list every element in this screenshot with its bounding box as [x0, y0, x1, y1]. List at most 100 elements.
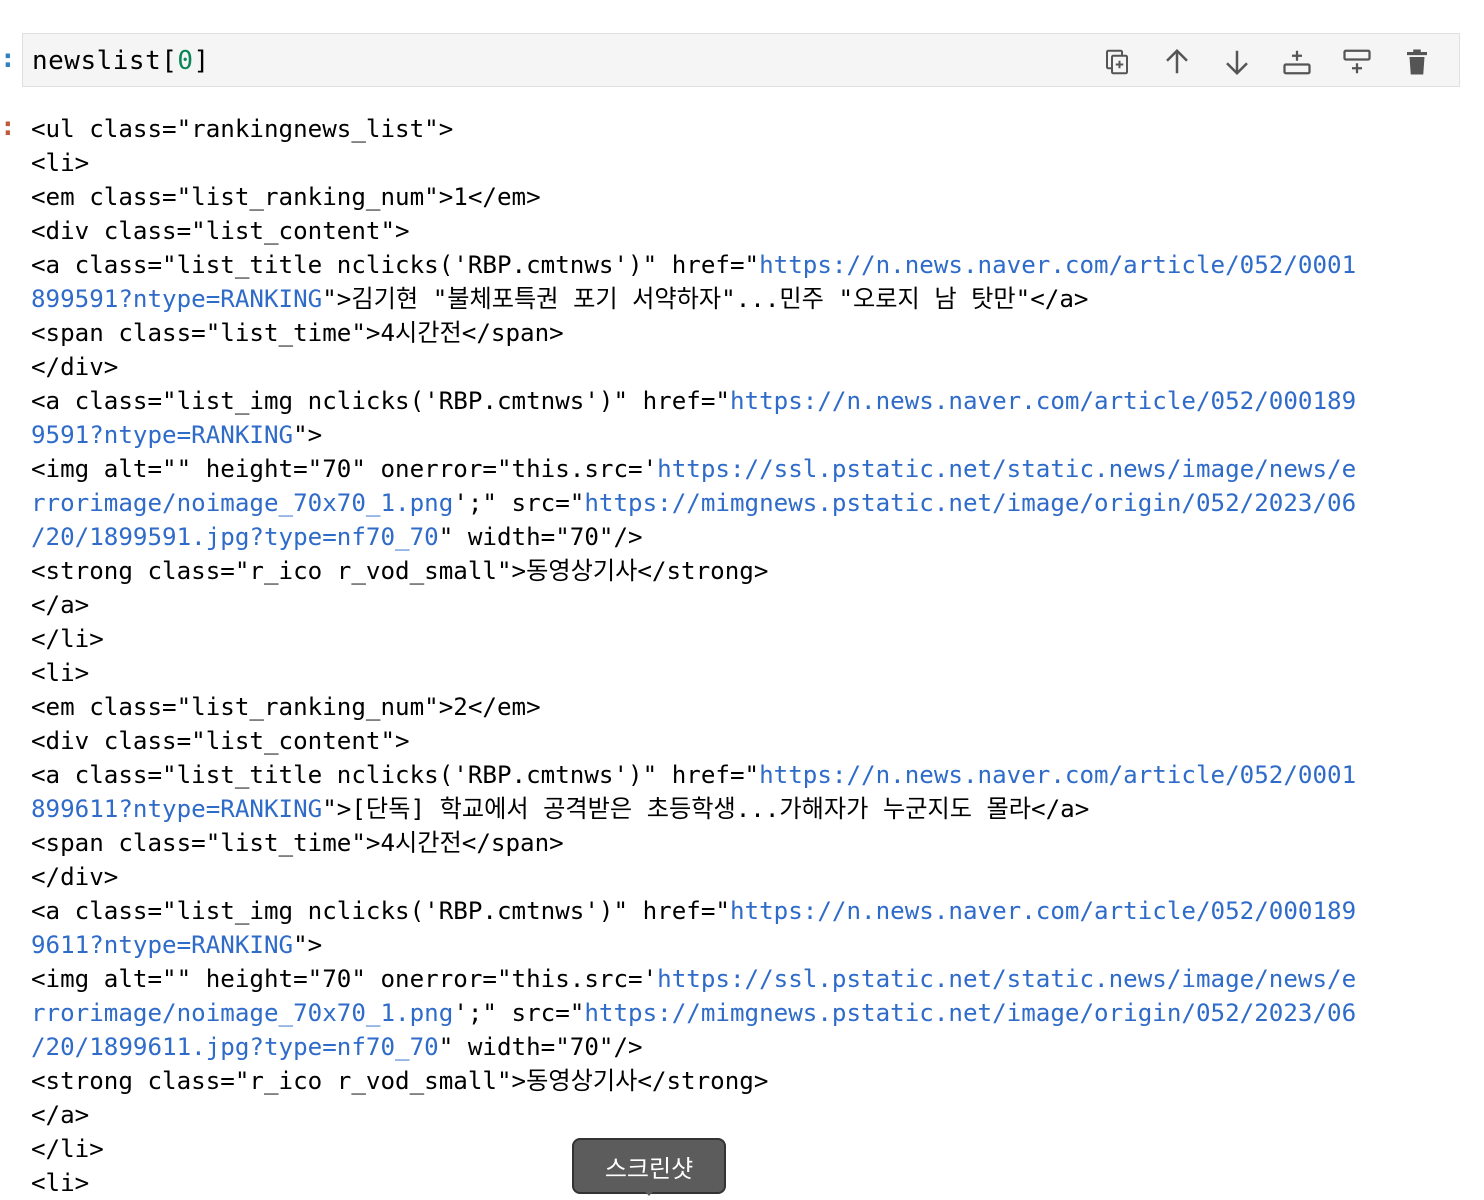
- code-text: </a>: [31, 591, 90, 619]
- output-line: /20/1899591.jpg?type=nf70_70" width="70"…: [31, 520, 1471, 554]
- duplicate-icon: [1106, 49, 1128, 75]
- insert-above-icon: [1283, 50, 1311, 75]
- tooltip-arrow: [640, 1186, 658, 1196]
- insert-below-icon: [1343, 49, 1371, 74]
- code-text: ';" src=": [453, 999, 585, 1027]
- output-line: rrorimage/noimage_70x70_1.png';" src="ht…: [31, 996, 1471, 1030]
- code-text: </a>: [31, 1101, 90, 1129]
- move-up-button[interactable]: [1157, 44, 1197, 80]
- code-text: <span class="list_time">4시간전</span>: [31, 319, 564, 347]
- output-line: <em class="list_ranking_num">2</em>: [31, 690, 1471, 724]
- output-line: rrorimage/noimage_70x70_1.png';" src="ht…: [31, 486, 1471, 520]
- code-text: ">김기현 "불체포특권 포기 서약하자"...민주 "오로지 남 탓만"</a…: [322, 285, 1089, 313]
- output-line: <li>: [31, 656, 1471, 690]
- cell-toolbar: [1097, 44, 1437, 80]
- code-input-cell[interactable]: newslist[0]: [22, 33, 1460, 87]
- url-link[interactable]: 9611?ntype=RANKING: [31, 931, 293, 959]
- code-text: </div>: [31, 863, 119, 891]
- url-link[interactable]: 899591?ntype=RANKING: [31, 285, 322, 313]
- delete-cell-button[interactable]: [1397, 44, 1437, 80]
- output-line: </div>: [31, 350, 1471, 384]
- code-text: ">: [293, 421, 323, 449]
- output-line: <img alt="" height="70" onerror="this.sr…: [31, 452, 1471, 486]
- code-text: </li>: [31, 1135, 104, 1163]
- output-line: <a class="list_title nclicks('RBP.cmtnws…: [31, 758, 1471, 792]
- code-text: <strong class="r_ico r_vod_small">동영상기사<…: [31, 557, 769, 585]
- output-line: 9611?ntype=RANKING">: [31, 928, 1471, 962]
- url-link[interactable]: https://n.news.naver.com/article/052/000…: [759, 251, 1356, 279]
- output-line: <span class="list_time">4시간전</span>: [31, 316, 1471, 350]
- arrow-up-icon: [1166, 48, 1188, 74]
- input-prompt-marker: :: [0, 44, 16, 74]
- code-number: 0: [177, 46, 194, 76]
- code-bracket: ]: [193, 46, 210, 76]
- output-line: /20/1899611.jpg?type=nf70_70" width="70"…: [31, 1030, 1471, 1064]
- output-line: <li>: [31, 1166, 1471, 1200]
- url-link[interactable]: /20/1899611.jpg?type=nf70_70: [31, 1033, 439, 1061]
- url-link[interactable]: https://n.news.naver.com/article/052/000…: [759, 761, 1356, 789]
- url-link[interactable]: https://mimgnews.pstatic.net/image/origi…: [584, 489, 1356, 517]
- output-line: 9591?ntype=RANKING">: [31, 418, 1471, 452]
- code-text: ';" src=": [453, 489, 585, 517]
- code-text: </div>: [31, 353, 119, 381]
- trash-icon: [1407, 49, 1427, 75]
- url-link[interactable]: 9591?ntype=RANKING: [31, 421, 293, 449]
- code-text: <a class="list_img nclicks('RBP.cmtnws')…: [31, 387, 730, 415]
- code-text: <div class="list_content">: [31, 217, 410, 245]
- output-prompt-marker: :: [0, 112, 16, 142]
- url-link[interactable]: https://mimgnews.pstatic.net/image/origi…: [584, 999, 1356, 1027]
- output-line: <ul class="rankingnews_list">: [31, 112, 1471, 146]
- output-line: <li>: [31, 146, 1471, 180]
- code-text: <em class="list_ranking_num">1</em>: [31, 183, 541, 211]
- code-text: <li>: [31, 659, 90, 687]
- tooltip-label: 스크린샷: [604, 1154, 694, 1183]
- cell-output: <ul class="rankingnews_list"> <li> <em cla…: [31, 112, 1471, 1200]
- code-text: <a class="list_title nclicks('RBP.cmtnws…: [31, 761, 760, 789]
- code-text: <a class="list_title nclicks('RBP.cmtnws…: [31, 251, 760, 279]
- code-text: <li>: [31, 149, 90, 177]
- duplicate-cell-button[interactable]: [1097, 44, 1137, 80]
- code-input-text[interactable]: newslist[0]: [32, 46, 210, 76]
- output-line: </a>: [31, 588, 1471, 622]
- code-text: <li>: [31, 1169, 90, 1197]
- code-identifier: newslist[: [32, 46, 178, 76]
- code-text: <img alt="" height="70" onerror="this.sr…: [31, 455, 658, 483]
- output-line: 899591?ntype=RANKING">김기현 "불체포특권 포기 서약하자…: [31, 282, 1471, 316]
- code-text: ">[단독] 학교에서 공격받은 초등학생...가해자가 누군지도 몰라</a>: [322, 795, 1090, 823]
- arrow-down-icon: [1226, 50, 1248, 76]
- url-link[interactable]: rrorimage/noimage_70x70_1.png: [31, 489, 453, 517]
- output-line: <a class="list_title nclicks('RBP.cmtnws…: [31, 248, 1471, 282]
- output-line: <div class="list_content">: [31, 724, 1471, 758]
- output-line: <strong class="r_ico r_vod_small">동영상기사<…: [31, 554, 1471, 588]
- output-line: <a class="list_img nclicks('RBP.cmtnws')…: [31, 894, 1471, 928]
- url-link[interactable]: https://n.news.naver.com/article/052/000…: [730, 897, 1356, 925]
- code-text: <ul class="rankingnews_list">: [31, 115, 454, 143]
- url-link[interactable]: rrorimage/noimage_70x70_1.png: [31, 999, 453, 1027]
- output-line: <img alt="" height="70" onerror="this.sr…: [31, 962, 1471, 996]
- url-link[interactable]: https://n.news.naver.com/article/052/000…: [730, 387, 1356, 415]
- insert-below-button[interactable]: [1337, 44, 1377, 80]
- output-line: <strong class="r_ico r_vod_small">동영상기사<…: [31, 1064, 1471, 1098]
- url-link[interactable]: https://ssl.pstatic.net/static.news/imag…: [657, 455, 1356, 483]
- url-link[interactable]: https://ssl.pstatic.net/static.news/imag…: [657, 965, 1356, 993]
- code-text: </li>: [31, 625, 104, 653]
- output-line: </li>: [31, 1132, 1471, 1166]
- code-text: " width="70"/>: [438, 1033, 643, 1061]
- output-line: 899611?ntype=RANKING">[단독] 학교에서 공격받은 초등학…: [31, 792, 1471, 826]
- output-line: <div class="list_content">: [31, 214, 1471, 248]
- output-line: <em class="list_ranking_num">1</em>: [31, 180, 1471, 214]
- output-line: </a>: [31, 1098, 1471, 1132]
- code-text: <span class="list_time">4시간전</span>: [31, 829, 564, 857]
- code-text: <em class="list_ranking_num">2</em>: [31, 693, 541, 721]
- output-line: </div>: [31, 860, 1471, 894]
- url-link[interactable]: 899611?ntype=RANKING: [31, 795, 322, 823]
- url-link[interactable]: /20/1899591.jpg?type=nf70_70: [31, 523, 439, 551]
- insert-above-button[interactable]: [1277, 44, 1317, 80]
- code-text: <img alt="" height="70" onerror="this.sr…: [31, 965, 658, 993]
- move-down-button[interactable]: [1217, 44, 1257, 80]
- output-line: <span class="list_time">4시간전</span>: [31, 826, 1471, 860]
- code-text: <a class="list_img nclicks('RBP.cmtnws')…: [31, 897, 730, 925]
- output-line: </li>: [31, 622, 1471, 656]
- code-text: <div class="list_content">: [31, 727, 410, 755]
- code-text: ">: [293, 931, 323, 959]
